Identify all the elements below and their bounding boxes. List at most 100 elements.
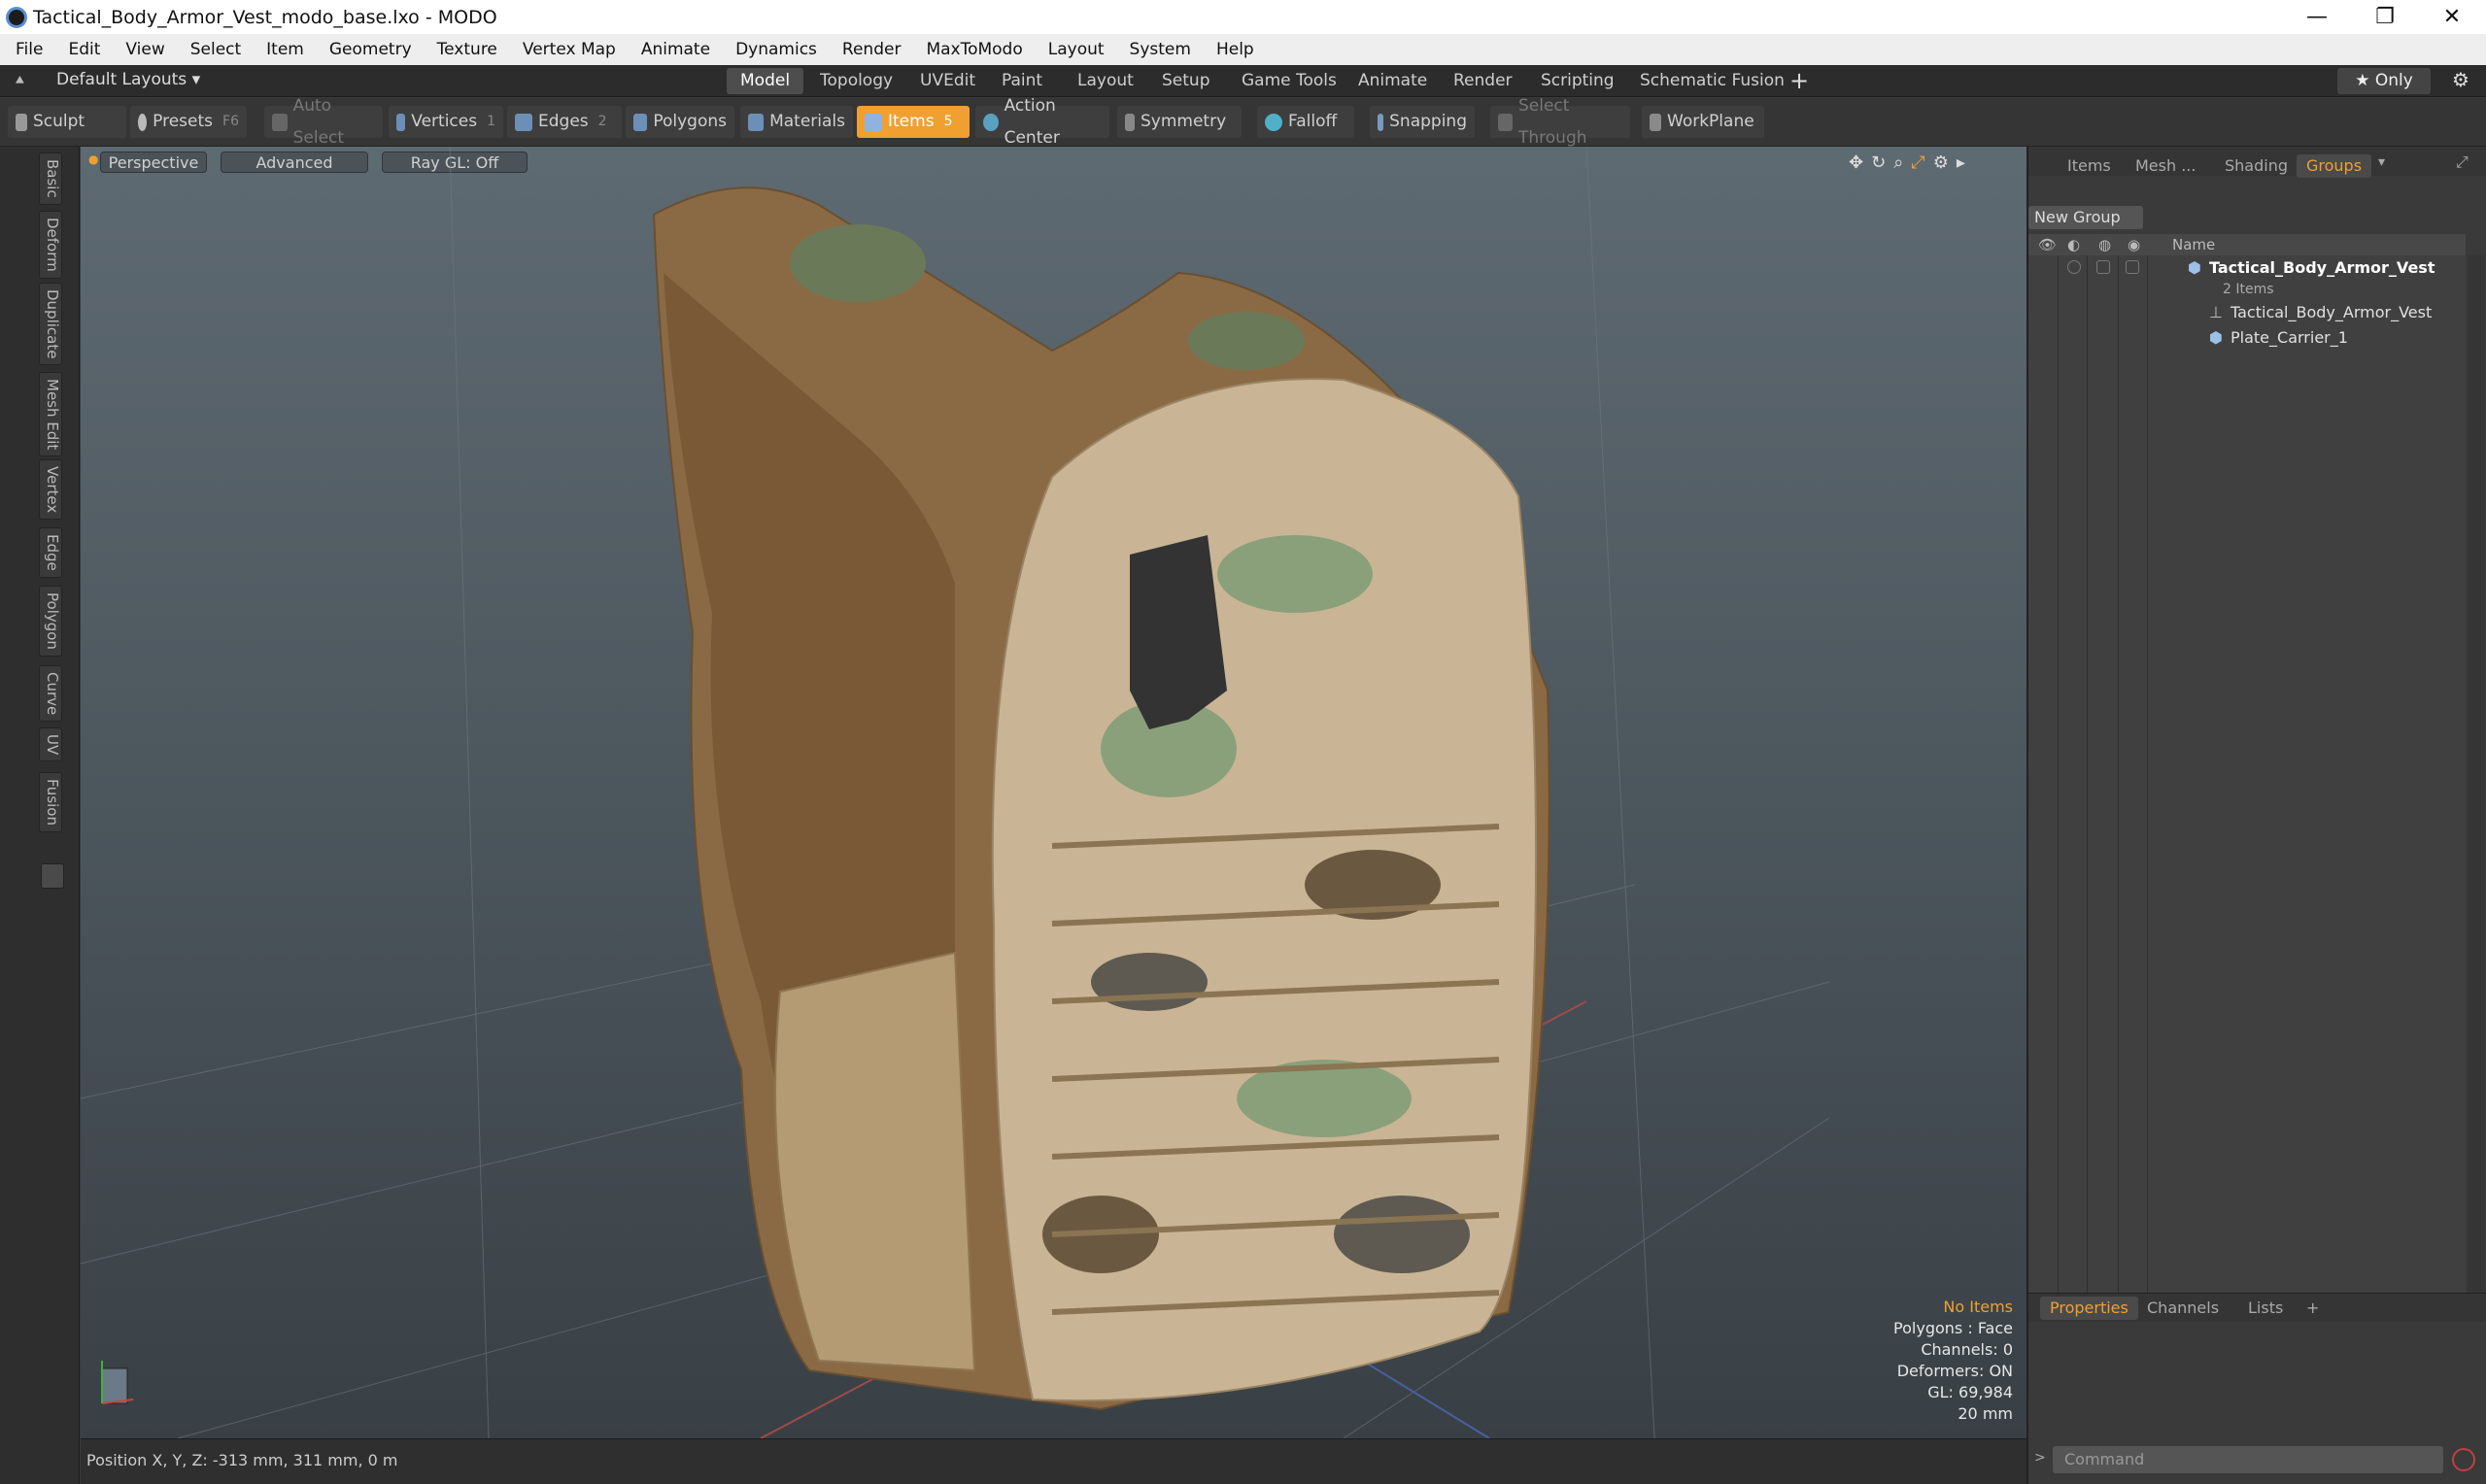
polygons-button[interactable]: Polygons [626, 106, 734, 138]
vertices-button[interactable]: Vertices 1 [389, 106, 503, 138]
command-input[interactable]: Command [2053, 1446, 2443, 1473]
tab-schematic-fusion[interactable]: Schematic Fusion [1626, 68, 1798, 94]
menu-view[interactable]: View [113, 34, 177, 65]
menu-layout[interactable]: Layout [1036, 34, 1117, 65]
action-center-label: Action Center [1004, 95, 1060, 148]
materials-button[interactable]: Materials [740, 106, 853, 138]
only-toggle[interactable]: ★ Only [2337, 68, 2431, 94]
select-toggle[interactable] [2126, 260, 2139, 274]
workplane-button[interactable]: WorkPlane [1642, 106, 1764, 138]
tab-deform[interactable]: Deform [39, 211, 62, 279]
presets-shortcut: F6 [222, 114, 239, 129]
symmetry-button[interactable]: Symmetry [1117, 106, 1242, 138]
tab-polygon[interactable]: Polygon [39, 586, 62, 657]
tab-topology[interactable]: Topology [806, 68, 906, 94]
tab-shading[interactable]: Shading [2215, 154, 2298, 178]
selection-info: No Items [1943, 1298, 2013, 1316]
select-through-button[interactable]: Select Through [1490, 96, 1630, 148]
list-scrollbar[interactable] [2468, 255, 2485, 1314]
pan-icon[interactable]: ✥ [1849, 152, 1863, 173]
default-layouts-dropdown[interactable]: Default Layouts ▾ [56, 70, 200, 89]
new-group-button[interactable]: New Group [2028, 206, 2143, 229]
tab-render[interactable]: Render [1440, 68, 1526, 94]
window-title: Tactical_Body_Armor_Vest_modo_base.lxo -… [33, 6, 497, 28]
add-tab-plus-icon[interactable]: + [2297, 1297, 2329, 1320]
rotate-icon[interactable]: ↻ [1871, 152, 1886, 173]
tab-properties[interactable]: Properties [2040, 1297, 2138, 1320]
auto-select-button[interactable]: Auto Select [264, 96, 383, 148]
tab-channels[interactable]: Channels [2137, 1297, 2229, 1320]
tab-basic[interactable]: Basic [39, 152, 62, 205]
restore-button[interactable]: ❐ [2351, 0, 2419, 34]
menu-vertex-map[interactable]: Vertex Map [510, 34, 629, 65]
presets-button[interactable]: Presets F6 [130, 106, 247, 138]
menu-select[interactable]: Select [178, 34, 254, 65]
presets-label: Presets [153, 112, 214, 131]
menu-texture[interactable]: Texture [425, 34, 510, 65]
snapping-button[interactable]: Snapping [1370, 106, 1475, 138]
menu-geometry[interactable]: Geometry [317, 34, 425, 65]
sculpt-button[interactable]: Sculpt [8, 106, 126, 138]
group-count-row: 2 Items [2028, 277, 2466, 302]
select-icon[interactable]: ◉ [2128, 236, 2140, 253]
list-item[interactable]: ⬢ Plate_Carrier_1 [2028, 325, 2466, 351]
edges-label: Edges [538, 112, 589, 131]
tab-uvedit[interactable]: UVEdit [906, 68, 989, 94]
items-button[interactable]: Items 5 [857, 106, 970, 138]
menu-animate[interactable]: Animate [629, 34, 723, 65]
menu-file[interactable]: File [0, 34, 55, 65]
3d-viewport[interactable]: Perspective Advanced Ray GL: Off ● ✥ ↻ ⌕… [81, 147, 2026, 1438]
action-center-button[interactable]: Action Center [975, 96, 1109, 148]
lock-icon[interactable]: ◍ [2098, 236, 2111, 253]
polygons-label: Polygons [653, 112, 727, 131]
panel-tab-bar: Items Mesh ... Shading Groups ▾ ⤢ [2028, 147, 2486, 178]
collapse-arrow-icon[interactable]: ⯅ [14, 71, 26, 90]
edges-button[interactable]: Edges 2 [507, 106, 622, 138]
tab-game-tools[interactable]: Game Tools [1228, 68, 1350, 94]
tool-tab-strip: Basic Deform Duplicate Mesh Edit Vertex … [0, 147, 80, 1484]
minimize-button[interactable]: — [2283, 0, 2351, 34]
tab-lists[interactable]: Lists [2238, 1297, 2293, 1320]
menu-edit[interactable]: Edit [55, 34, 113, 65]
snapping-icon [1378, 113, 1384, 131]
fit-icon[interactable]: ⤢ [1911, 152, 1924, 173]
render-icon[interactable]: ◐ [2067, 236, 2080, 253]
tab-vertex[interactable]: Vertex [39, 459, 62, 521]
tab-duplicate[interactable]: Duplicate [39, 283, 62, 366]
polygons-icon [633, 113, 648, 131]
add-tab-plus-icon[interactable]: + [1789, 67, 1809, 94]
tab-setup[interactable]: Setup [1148, 68, 1223, 94]
menu-item[interactable]: Item [254, 34, 317, 65]
menu-dynamics[interactable]: Dynamics [723, 34, 830, 65]
tab-fusion[interactable]: Fusion [39, 772, 62, 832]
gear-icon[interactable]: ⚙ [2452, 68, 2469, 91]
record-icon[interactable] [2452, 1448, 2475, 1471]
strip-toggle-button[interactable] [41, 863, 64, 889]
menu-system[interactable]: System [1117, 34, 1204, 65]
tab-animate[interactable]: Animate [1345, 68, 1441, 94]
tab-items[interactable]: Items [2058, 154, 2121, 178]
visibility-eye-icon[interactable]: 👁 [2038, 236, 2057, 253]
tab-curve[interactable]: Curve [39, 665, 62, 723]
tab-uv[interactable]: UV [39, 727, 62, 762]
materials-icon [748, 113, 765, 131]
falloff-button[interactable]: Falloff [1257, 106, 1354, 138]
tab-mesh[interactable]: Mesh ... [2126, 154, 2205, 178]
close-button[interactable]: ✕ [2418, 0, 2486, 34]
panel-expand-icon[interactable]: ⤢ [2456, 152, 2469, 172]
group-list[interactable]: ⬢ Tactical_Body_Armor_Vest 2 Items ⊥ Tac… [2028, 255, 2466, 1314]
tab-groups[interactable]: Groups [2297, 154, 2372, 178]
menu-maxtomodo[interactable]: MaxToModo [913, 34, 1035, 65]
render-toggle[interactable] [2067, 260, 2081, 274]
list-item[interactable]: ⊥ Tactical_Body_Armor_Vest [2028, 300, 2466, 325]
lock-toggle[interactable] [2096, 260, 2110, 274]
expand-arrow-icon[interactable]: ▸ [1957, 152, 1965, 173]
tab-model[interactable]: Model [727, 68, 804, 94]
menu-render[interactable]: Render [830, 34, 914, 65]
tab-mesh-edit[interactable]: Mesh Edit [39, 372, 62, 457]
menu-help[interactable]: Help [1204, 34, 1267, 65]
zoom-icon[interactable]: ⌕ [1893, 152, 1903, 173]
viewport-settings-icon[interactable]: ⚙ [1933, 152, 1949, 173]
tab-edge[interactable]: Edge [39, 527, 62, 578]
tab-dropdown-icon[interactable]: ▾ [2378, 154, 2385, 170]
